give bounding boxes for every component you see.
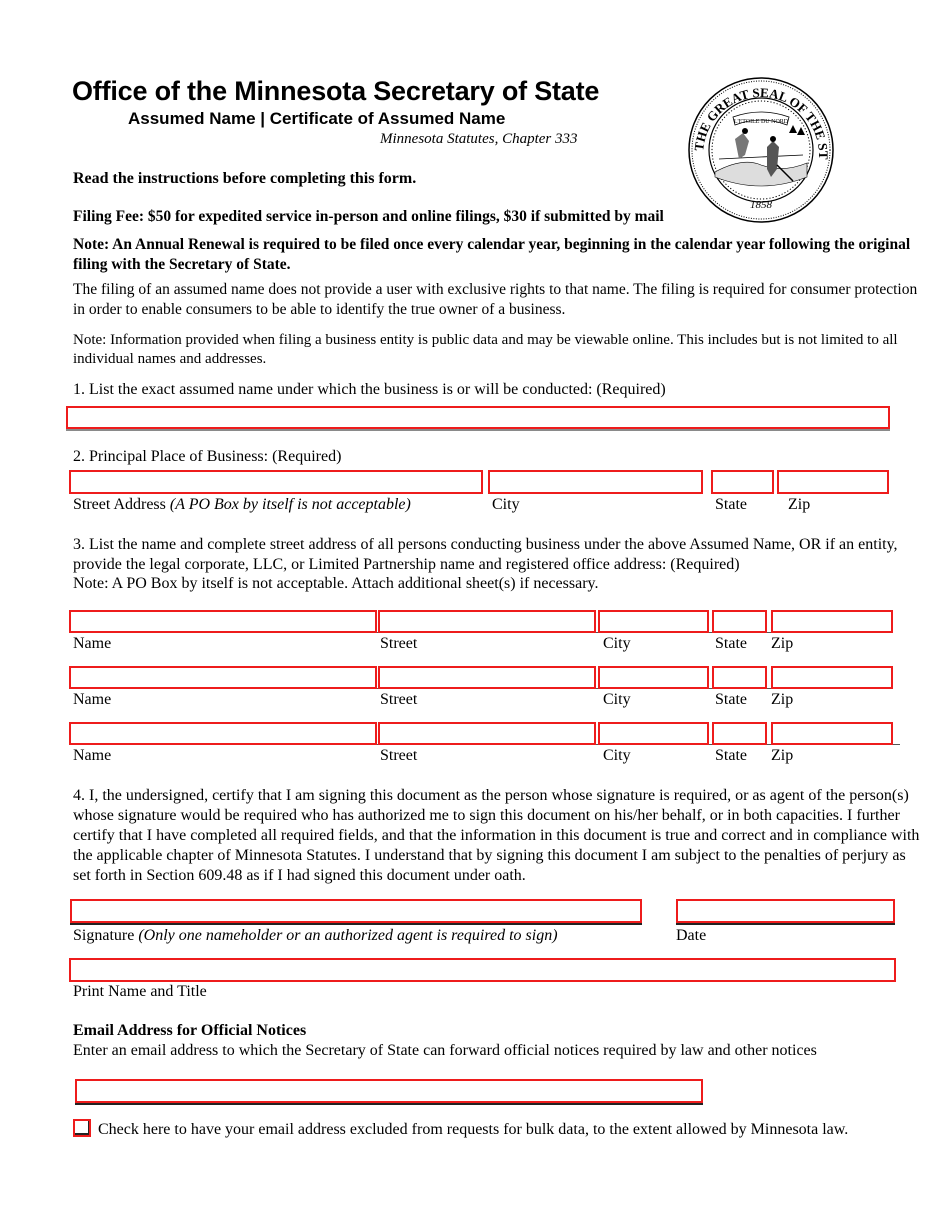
principal-street-label: Street Address (A PO Box by itself is no…: [73, 496, 411, 514]
person-2-zip-input[interactable]: [773, 668, 891, 687]
section3-question: 3. List the name and complete street add…: [73, 536, 898, 573]
principal-state-label: State: [715, 496, 747, 513]
person-3-zip-input[interactable]: [773, 724, 891, 743]
signature-note: (Only one nameholder or an authorized ag…: [138, 927, 558, 944]
person-3-state-label: State: [715, 747, 747, 764]
seal-banner-text: L'ETOILE DU NORD: [734, 119, 789, 125]
person-2-zip-field[interactable]: [771, 666, 893, 689]
date-label: Date: [676, 927, 707, 944]
public-data-note: Note: Information provided when filing a…: [73, 332, 898, 367]
person-2-city-input[interactable]: [600, 668, 707, 687]
print-name-title-label: Print Name and Title: [73, 983, 207, 1000]
email-field[interactable]: [75, 1079, 703, 1103]
person-2-city-field[interactable]: [598, 666, 709, 689]
person-2-street-field[interactable]: [378, 666, 596, 689]
po-box-note: (A PO Box by itself is not acceptable): [169, 496, 411, 513]
person-1-city-field[interactable]: [598, 610, 709, 633]
principal-zip-field[interactable]: [777, 470, 889, 494]
person-3-name-label: Name: [73, 747, 112, 764]
principal-city-field[interactable]: [488, 470, 703, 494]
person-3-name-input[interactable]: [71, 724, 375, 743]
person-1-city-input[interactable]: [600, 612, 707, 631]
person-1-zip-input[interactable]: [773, 612, 891, 631]
person-1-street-field[interactable]: [378, 610, 596, 633]
email-description: Enter an email address to which the Secr…: [73, 1042, 817, 1059]
principal-state-input[interactable]: [713, 472, 772, 492]
person-3-state-field[interactable]: [712, 722, 767, 745]
principal-city-label: City: [492, 496, 520, 513]
person-2-name-label: Name: [73, 691, 112, 708]
filing-fee-notice: Filing Fee: $50 for expedited service in…: [73, 208, 664, 225]
person-1-name-input[interactable]: [71, 612, 375, 631]
person-1-name-label: Name: [73, 635, 112, 652]
principal-street-field[interactable]: [69, 470, 483, 494]
person-1-zip-label: Zip: [771, 635, 794, 652]
person-3-street-input[interactable]: [380, 724, 594, 743]
signature-label: Signature (Only one nameholder or an aut…: [73, 927, 558, 945]
person-2-name-input[interactable]: [71, 668, 375, 687]
email-input[interactable]: [77, 1081, 701, 1101]
principal-state-field[interactable]: [711, 470, 774, 494]
person-3-state-input[interactable]: [714, 724, 765, 743]
person-3-zip-field[interactable]: [771, 722, 893, 745]
seal-year: 1858: [750, 199, 773, 211]
person-2-street-label: Street: [380, 691, 418, 708]
signature-label-text: Signature: [73, 927, 135, 944]
print-name-title-input[interactable]: [71, 960, 894, 980]
signature-field[interactable]: [70, 899, 642, 923]
person-3-name-field[interactable]: [69, 722, 377, 745]
person-3-city-field[interactable]: [598, 722, 709, 745]
person-3-street-field[interactable]: [378, 722, 596, 745]
person-1-street-input[interactable]: [380, 612, 594, 631]
person-2-street-input[interactable]: [380, 668, 594, 687]
exclude-bulk-data-checkbox[interactable]: [73, 1119, 91, 1137]
assumed-name-field[interactable]: [66, 406, 890, 429]
person-1-state-field[interactable]: [712, 610, 767, 633]
annual-renewal-note: Note: An Annual Renewal is required to b…: [73, 236, 911, 273]
read-instructions-notice: Read the instructions before completing …: [73, 170, 417, 187]
section3-note: Note: A PO Box by itself is not acceptab…: [73, 575, 599, 592]
principal-zip-input[interactable]: [779, 472, 887, 492]
person-2-state-label: State: [715, 691, 747, 708]
person-3-zip-label: Zip: [771, 747, 794, 764]
person-2-name-field[interactable]: [69, 666, 377, 689]
principal-street-input[interactable]: [71, 472, 481, 492]
state-seal-icon: THE GREAT SEAL OF THE STATE OF MINNESOTA…: [677, 65, 839, 223]
person-2-city-label: City: [603, 691, 631, 708]
exclude-bulk-data-label: Check here to have your email address ex…: [98, 1121, 849, 1138]
assumed-name-input[interactable]: [68, 408, 888, 427]
principal-city-input[interactable]: [490, 472, 701, 492]
person-2-zip-label: Zip: [771, 691, 794, 708]
date-input[interactable]: [678, 901, 893, 921]
statute-reference: Minnesota Statutes, Chapter 333: [380, 131, 578, 147]
page-title: Office of the Minnesota Secretary of Sta…: [72, 76, 600, 106]
certification-statement: 4. I, the undersigned, certify that I am…: [73, 787, 920, 884]
person-3-city-input[interactable]: [600, 724, 707, 743]
section1-question: 1. List the exact assumed name under whi…: [73, 381, 666, 398]
person-3-city-label: City: [603, 747, 631, 764]
person-1-street-label: Street: [380, 635, 418, 652]
email-heading: Email Address for Official Notices: [73, 1022, 307, 1039]
principal-zip-label: Zip: [788, 496, 811, 513]
section2-question: 2. Principal Place of Business: (Require…: [73, 448, 342, 465]
date-field[interactable]: [676, 899, 895, 923]
person-2-state-input[interactable]: [714, 668, 765, 687]
person-1-state-label: State: [715, 635, 747, 652]
person-1-city-label: City: [603, 635, 631, 652]
person-1-state-input[interactable]: [714, 612, 765, 631]
form-subtitle: Assumed Name | Certificate of Assumed Na…: [128, 109, 506, 128]
street-address-label: Street Address: [73, 496, 166, 513]
person-1-name-field[interactable]: [69, 610, 377, 633]
print-name-title-field[interactable]: [69, 958, 896, 982]
signature-input[interactable]: [72, 901, 640, 921]
exclusive-rights-text: The filing of an assumed name does not p…: [73, 281, 918, 318]
person-3-street-label: Street: [380, 747, 418, 764]
person-2-state-field[interactable]: [712, 666, 767, 689]
person-1-zip-field[interactable]: [771, 610, 893, 633]
